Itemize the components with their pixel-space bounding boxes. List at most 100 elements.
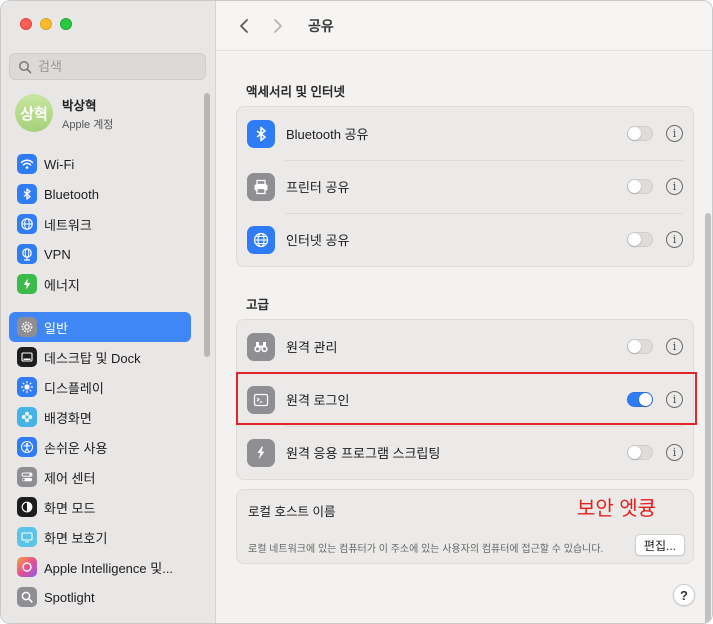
accessibility-icon [17,437,37,457]
edit-button[interactable]: 편집... [634,534,685,556]
annotation-text: 보안 엣큥 [577,498,657,520]
sidebar-item-label: 배경화면 [44,410,92,426]
advanced-group: 원격 관리 i 원격 로그인 i 원격 응용 프로그램 스크립팅 i [236,319,694,480]
gear-icon [17,317,37,337]
traffic-lights [20,18,72,30]
info-icon[interactable]: i [666,178,683,195]
screensaver-icon [17,527,37,547]
terminal-icon [247,385,275,414]
forward-button[interactable] [266,14,290,38]
sidebar-item-energy[interactable]: 에너지 [9,269,191,299]
chevron-left-icon [240,18,248,33]
apple-intelligence-icon [17,557,37,577]
sidebar-item-apple-intelligence[interactable]: Apple Intelligence 및... [9,552,191,582]
sidebar-item-label: 손쉬운 사용 [44,440,108,456]
info-icon[interactable]: i [666,231,683,248]
chevron-right-icon [274,18,282,33]
sidebar-item-label: 에너지 [44,277,80,293]
switches-icon [17,467,37,487]
content-scrollbar[interactable] [705,213,711,623]
local-hostname-box: 로컬 호스트 이름 보안 엣큥 로컬 네트워크에 있는 컴퓨터가 이 주소에 있… [236,489,694,564]
sidebar-item-label: 디스플레이 [44,380,104,396]
appearance-icon [17,497,37,517]
binoculars-icon [247,332,275,361]
bolt-icon [17,274,37,294]
sidebar-item-label: Spotlight [44,589,95,605]
sidebar-item-control-center[interactable]: 제어 센터 [9,462,191,492]
sidebar-list: Wi-Fi Bluetooth 네트워크 VPN 에너지 일반 데스크탑 및 D… [9,149,191,612]
sidebar-item-spotlight[interactable]: Spotlight [9,582,191,612]
toolbar: 공유 [216,1,712,51]
sidebar: 상혁 박상혁 Apple 계정 Wi-Fi Bluetooth [1,1,216,623]
sidebar-item-label: 제어 센터 [44,470,96,486]
sidebar-item-screensaver[interactable]: 화면 보호기 [9,522,191,552]
sidebar-scrollbar[interactable] [204,93,210,357]
sidebar-item-label: 일반 [44,320,68,336]
remote-management-row: 원격 관리 i [237,320,693,373]
close-button[interactable] [20,18,32,30]
sidebar-item-label: 네트워크 [44,217,92,233]
search-icon [19,60,32,73]
sidebar-item-network[interactable]: 네트워크 [9,209,191,239]
remote-scripting-row: 원격 응용 프로그램 스크립팅 i [237,426,693,479]
search-field[interactable] [9,53,206,80]
dock-icon [17,347,37,367]
help-button[interactable]: ? [673,584,695,606]
local-hostname-description: 로컬 네트워크에 있는 컴퓨터가 이 주소에 있는 사용자의 컴퓨터에 접근할 … [248,544,604,555]
sun-icon [17,377,37,397]
bluetooth-icon [247,119,275,148]
bluetooth-icon [17,184,37,204]
sidebar-item-label: Apple Intelligence 및... [44,560,174,576]
internet-sharing-toggle[interactable] [627,232,653,247]
settings-window: 상혁 박상혁 Apple 계정 Wi-Fi Bluetooth [0,0,713,624]
internet-sharing-row: 인터넷 공유 i [237,213,693,266]
local-hostname-title: 로컬 호스트 이름 [248,505,336,519]
sidebar-item-wallpaper[interactable]: 배경화면 [9,402,191,432]
sidebar-item-label: Bluetooth [44,186,99,202]
info-icon[interactable]: i [666,444,683,461]
profile-subtitle: Apple 계정 [62,118,114,131]
search-input[interactable] [38,59,188,74]
info-icon[interactable]: i [666,338,683,355]
sidebar-item-display[interactable]: 디스플레이 [9,372,191,402]
sidebar-item-bluetooth[interactable]: Bluetooth [9,179,191,209]
row-label: Bluetooth 공유 [286,127,369,142]
row-label: 원격 응용 프로그램 스크립팅 [286,446,441,461]
accessories-group: Bluetooth 공유 i 프린터 공유 i 인터넷 공유 i [236,106,694,267]
info-icon[interactable]: i [666,391,683,408]
sidebar-item-label: 화면 모드 [44,500,96,516]
bluetooth-sharing-toggle[interactable] [627,126,653,141]
apple-account[interactable]: 상혁 박상혁 Apple 계정 [15,94,113,132]
script-icon [247,438,275,467]
sidebar-item-label: 화면 보호기 [44,530,108,546]
section-title-advanced: 고급 [246,298,270,312]
magnifier-icon [17,587,37,607]
sidebar-item-vpn[interactable]: VPN [9,239,191,269]
main-pane: 공유 액세서리 및 인터넷 Bluetooth 공유 i 프린터 공유 i 인터… [216,1,712,623]
printer-icon [247,172,275,201]
sidebar-item-desktop-dock[interactable]: 데스크탑 및 Dock [9,342,191,372]
sidebar-item-general[interactable]: 일반 [9,312,191,342]
sidebar-item-wifi[interactable]: Wi-Fi [9,149,191,179]
remote-scripting-toggle[interactable] [627,445,653,460]
sidebar-item-appearance[interactable]: 화면 모드 [9,492,191,522]
row-label: 프린터 공유 [286,180,350,195]
info-icon[interactable]: i [666,125,683,142]
avatar: 상혁 [15,94,53,132]
sidebar-item-accessibility[interactable]: 손쉬운 사용 [9,432,191,462]
remote-management-toggle[interactable] [627,339,653,354]
page-title: 공유 [308,17,334,34]
sidebar-item-label: Wi-Fi [44,156,75,172]
remote-login-row: 원격 로그인 i [237,373,693,426]
minimize-button[interactable] [40,18,52,30]
bluetooth-sharing-row: Bluetooth 공유 i [237,107,693,160]
content-area: 액세서리 및 인터넷 Bluetooth 공유 i 프린터 공유 i 인터넷 공… [216,52,712,623]
remote-login-toggle[interactable] [627,392,653,407]
printer-sharing-toggle[interactable] [627,179,653,194]
row-label: 원격 관리 [286,340,338,355]
printer-sharing-row: 프린터 공유 i [237,160,693,213]
globe-icon [17,244,37,264]
back-button[interactable] [232,14,256,38]
row-label: 인터넷 공유 [286,233,350,248]
zoom-button[interactable] [60,18,72,30]
